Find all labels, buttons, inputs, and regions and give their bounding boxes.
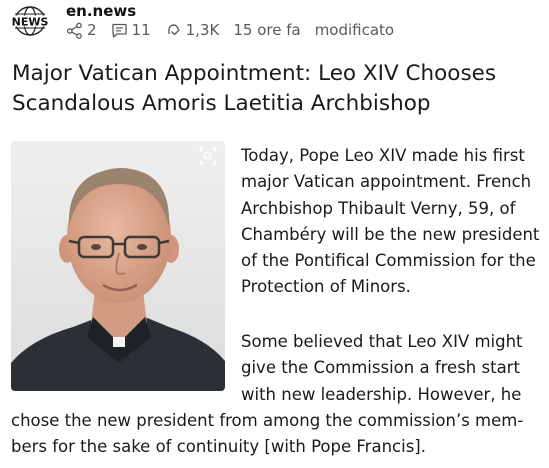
- view-count: 1,3K: [165, 21, 220, 39]
- title-line: Major Vatican Appointment: Leo XIV Choos…: [12, 61, 497, 86]
- modified-label: modificato: [314, 21, 395, 39]
- source-name[interactable]: en.news: [66, 2, 136, 20]
- comment-icon: [111, 22, 128, 39]
- visual-search-icon[interactable]: [199, 147, 217, 165]
- paragraph-line: major Vatican appointment. French: [241, 172, 532, 192]
- comment-count[interactable]: 11: [111, 21, 151, 39]
- share-count-value: 2: [87, 21, 97, 39]
- paragraph-line: Archbishop Thibault Verny, 59, of: [241, 198, 516, 218]
- share-icon: [66, 22, 83, 39]
- paragraph-line: Protection of Minors.: [241, 277, 411, 297]
- time-ago: 15 ore fa: [233, 21, 301, 39]
- paragraph-line: with new leadership. However, he: [241, 384, 522, 404]
- article-header: NEWS en.news 2 11 1,3K 15 ore fa modific…: [10, 2, 540, 42]
- paragraph-line: Some believed that Leo XIV might: [241, 332, 523, 351]
- article-paragraph-2-continued: chose the new president from among the c…: [11, 408, 547, 461]
- article-paragraph-1: Today, Pope Leo XIV made his first major…: [241, 143, 547, 301]
- share-count[interactable]: 2: [66, 21, 97, 39]
- article-title: Major Vatican Appointment: Leo XIV Choos…: [12, 59, 540, 119]
- article-paragraph-2: Some believed that Leo XIV might give th…: [241, 329, 547, 408]
- paragraph-line: Chambéry will be the new president: [241, 224, 540, 244]
- article-photo[interactable]: [11, 141, 225, 391]
- views-icon: [165, 22, 182, 39]
- paragraph-line: Today, Pope Leo XIV made his first: [241, 146, 525, 165]
- paragraph-line: give the Commission a fresh start: [241, 358, 520, 378]
- paragraph-line: of the Pontifical Commission for the: [241, 251, 536, 271]
- paragraph-line: chose the new president from among the c…: [11, 411, 524, 430]
- article-meta: 2 11 1,3K 15 ore fa modificato: [66, 21, 408, 39]
- news-logo-icon[interactable]: NEWS: [10, 5, 50, 37]
- paragraph-line: bers for the sake of continuity [with Po…: [11, 437, 426, 457]
- view-count-value: 1,3K: [185, 21, 220, 39]
- comment-count-value: 11: [131, 21, 151, 39]
- title-line: Scandalous Amoris Laetitia Archbishop: [12, 91, 431, 116]
- logo-text: NEWS: [12, 16, 49, 29]
